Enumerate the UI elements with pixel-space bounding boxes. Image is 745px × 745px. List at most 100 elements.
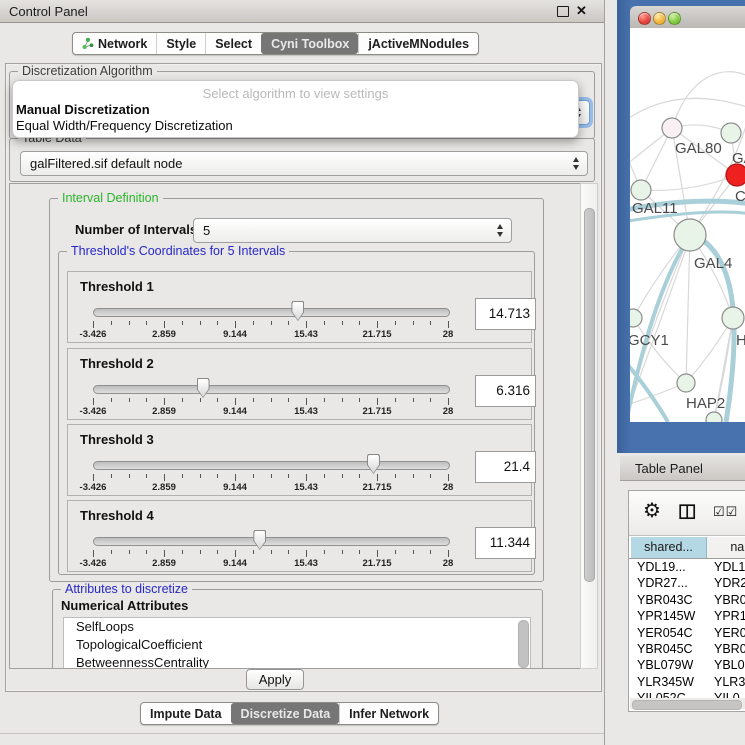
table-cell[interactable]: YBR0... (706, 641, 745, 657)
minimize-traffic-light-icon[interactable] (653, 12, 666, 25)
table-cell[interactable]: YDL1... (706, 559, 745, 575)
network-node[interactable] (726, 164, 745, 186)
table-data-value: galFiltered.sif default node (30, 156, 182, 171)
slider-track[interactable] (93, 308, 450, 317)
vertical-scrollbar-thumb[interactable] (584, 208, 595, 582)
threshold-value-field[interactable]: 21.4 (475, 451, 536, 483)
network-node[interactable] (631, 180, 651, 200)
table-horizontal-scrollbar[interactable] (630, 698, 745, 709)
tab-cyni-toolbox[interactable]: Cyni Toolbox (261, 33, 358, 54)
slider-tick (413, 474, 414, 478)
vertical-scrollbar[interactable] (580, 183, 598, 669)
table-cell[interactable]: YLR3... (706, 674, 745, 690)
slider-tick-label: 15.43 (294, 329, 318, 340)
network-edge[interactable] (686, 318, 733, 383)
table-cell[interactable]: YBR0... (706, 592, 745, 608)
slider-thumb[interactable] (291, 301, 304, 321)
table-row[interactable]: YBR043CYBR0... (629, 592, 745, 608)
table-cell[interactable]: YBR045C (629, 641, 706, 657)
threshold-value-field[interactable]: 14.713 (475, 298, 536, 330)
table-row[interactable]: YPR145WYPR1... (629, 608, 745, 624)
network-edge[interactable] (630, 98, 745, 123)
table-row[interactable]: YER054CYER0... (629, 625, 745, 641)
attribute-item-selfloops[interactable]: SelfLoops (64, 618, 530, 636)
network-node[interactable] (706, 412, 722, 422)
table-cell[interactable]: YBL079W (629, 657, 706, 673)
table-row[interactable]: YDR27...YDR2... (629, 575, 745, 591)
gear-icon[interactable]: ⚙ (643, 500, 661, 522)
threshold-value-field[interactable]: 11.344 (475, 527, 536, 559)
slider-tick-label: 28 (443, 406, 454, 417)
table-hscrollbar-thumb[interactable] (632, 700, 742, 710)
slider-tick (430, 550, 431, 554)
attribute-item-topologicalcoefficient[interactable]: TopologicalCoefficient (64, 636, 530, 654)
table-cell[interactable]: YLR345W (629, 674, 706, 690)
network-node[interactable] (674, 219, 706, 251)
slider-thumb[interactable] (197, 378, 210, 398)
slider-tick (377, 398, 378, 405)
numerical-attributes-list[interactable]: SelfLoopsTopologicalCoefficientBetweenne… (63, 617, 531, 669)
tab-jactivemnodules[interactable]: jActiveMNodules (358, 33, 478, 54)
slider-track[interactable] (93, 461, 450, 470)
table-row[interactable]: YBR045CYBR0... (629, 641, 745, 657)
table-cell[interactable]: YPR145W (629, 608, 706, 624)
table-row[interactable]: YDL19...YDL1... (629, 559, 745, 575)
column-header-shared-name[interactable]: shared... (631, 537, 707, 558)
network-node[interactable] (662, 118, 682, 138)
tab-network[interactable]: Network (73, 33, 156, 54)
slider-tick (359, 398, 360, 402)
close-traffic-light-icon[interactable] (638, 12, 651, 25)
slider-track[interactable] (93, 385, 450, 394)
table-row[interactable]: YLR345WYLR3... (629, 674, 745, 690)
number-of-intervals-value: 5 (203, 223, 210, 238)
column-header-name[interactable]: name (707, 537, 745, 558)
slider-thumb[interactable] (253, 530, 266, 550)
network-node[interactable] (722, 307, 744, 329)
tab-discretize-data[interactable]: Discretize Data (231, 703, 340, 724)
float-window-icon[interactable] (557, 6, 569, 17)
table-cell[interactable]: YER054C (629, 625, 706, 641)
table-cell[interactable]: YER0... (706, 625, 745, 641)
slider-thumb[interactable] (367, 454, 380, 474)
network-edge[interactable] (641, 175, 737, 190)
apply-button[interactable]: Apply (246, 669, 304, 690)
tab-select[interactable]: Select (205, 33, 261, 54)
table-cell[interactable]: YPR1... (706, 608, 745, 624)
network-node[interactable] (721, 123, 741, 143)
list-scrollbar[interactable] (518, 620, 529, 668)
network-window-titlebar[interactable] (630, 6, 745, 29)
tab-style[interactable]: Style (156, 33, 205, 54)
slider-tick-label: 28 (443, 482, 454, 493)
network-node[interactable] (630, 309, 642, 327)
threshold-value-field[interactable]: 6.316 (475, 375, 536, 407)
slider-track[interactable] (93, 537, 450, 546)
columns-icon[interactable] (679, 504, 696, 525)
network-node[interactable] (677, 374, 695, 392)
table-cell[interactable]: YBR043C (629, 592, 706, 608)
table-cell[interactable]: YDR2... (706, 575, 745, 591)
table-row[interactable]: YBL079WYBL0... (629, 657, 745, 673)
number-of-intervals-spinner[interactable]: 5 (193, 218, 512, 243)
menu-item-equal-width-frequency[interactable]: Equal Width/Frequency Discretization (16, 118, 233, 133)
tab-label: Impute Data (150, 707, 222, 721)
slider-tick (200, 474, 201, 478)
network-canvas[interactable]: GAL80GACGAL11GAL4GCY1HHAP2 (630, 28, 745, 422)
table-cell[interactable]: YDR27... (629, 575, 706, 591)
slider-tick-label: -3.426 (80, 406, 107, 417)
table-cell[interactable]: YDL19... (629, 559, 706, 575)
select-columns-checkboxes-icon[interactable]: ☑☑ (713, 504, 738, 520)
table-data-select[interactable]: galFiltered.sif default node (20, 151, 588, 176)
table-cell[interactable]: YBL0... (706, 657, 745, 673)
network-edge-thick[interactable] (630, 358, 668, 422)
slider-tick (217, 398, 218, 402)
menu-item-manual-discretization[interactable]: Manual Discretization (16, 102, 150, 117)
network-graph (630, 28, 745, 422)
tab-impute-data[interactable]: Impute Data (141, 703, 231, 724)
tab-infer-network[interactable]: Infer Network (339, 703, 438, 724)
zoom-traffic-light-icon[interactable] (668, 12, 681, 25)
attribute-item-betweennesscentrality[interactable]: BetweennessCentrality (64, 654, 530, 669)
network-edge[interactable] (686, 235, 690, 383)
network-edge[interactable] (672, 72, 745, 128)
algorithm-hint: Select algorithm to view settings (13, 86, 578, 101)
close-icon[interactable]: ✕ (576, 3, 587, 19)
